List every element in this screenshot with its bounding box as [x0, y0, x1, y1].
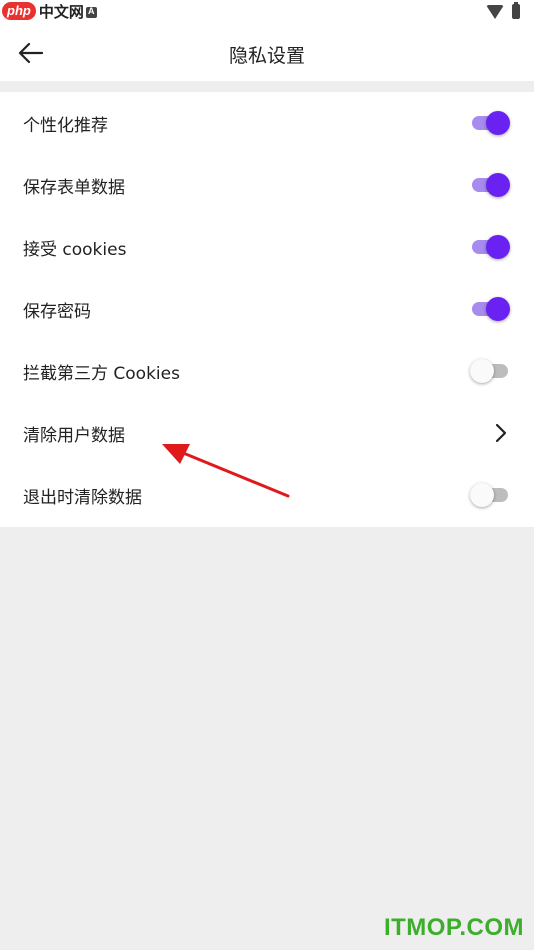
setting-label: 退出时清除数据 — [23, 487, 142, 508]
block-third-party-cookies-toggle[interactable] — [470, 359, 508, 383]
toggle-thumb — [470, 483, 494, 507]
arrow-left-icon — [18, 42, 44, 64]
chevron-right-icon[interactable] — [490, 422, 512, 444]
setting-save-form-data[interactable]: 保存表单数据 — [0, 154, 534, 216]
setting-label: 保存表单数据 — [23, 177, 125, 198]
personalized-recommendation-toggle[interactable] — [472, 111, 510, 135]
accept-cookies-toggle[interactable] — [472, 235, 510, 259]
save-form-data-toggle[interactable] — [472, 173, 510, 197]
setting-accept-cookies[interactable]: 接受 cookies — [0, 216, 534, 278]
app-bar: 隐私设置 — [0, 26, 534, 81]
toggle-thumb — [470, 359, 494, 383]
battery-icon — [512, 2, 520, 19]
annotation-arrow — [162, 444, 290, 498]
setting-save-passwords[interactable]: 保存密码 — [0, 278, 534, 340]
save-passwords-toggle[interactable] — [472, 297, 510, 321]
status-icons — [486, 2, 520, 19]
setting-label: 拦截第三方 Cookies — [23, 363, 180, 384]
setting-label: 接受 cookies — [23, 239, 127, 260]
toggle-thumb — [486, 235, 510, 259]
php-logo: php — [2, 2, 36, 20]
clear-data-on-exit-toggle[interactable] — [470, 483, 508, 507]
itmop-watermark: ITMOP.COM — [383, 914, 524, 941]
back-button[interactable] — [14, 36, 48, 70]
toggle-thumb — [486, 297, 510, 321]
setting-label: 清除用户数据 — [23, 425, 125, 446]
status-bar: php 中文网 — [0, 0, 534, 26]
notification-a-icon — [86, 6, 97, 18]
setting-label: 保存密码 — [23, 301, 91, 322]
php-logo-text: 中文网 — [38, 2, 84, 21]
php-watermark-logo: php 中文网 — [2, 1, 84, 21]
toggle-thumb — [486, 111, 510, 135]
setting-label: 个性化推荐 — [23, 115, 108, 136]
wifi-icon — [486, 4, 504, 19]
toggle-thumb — [486, 173, 510, 197]
setting-personalized-recommendation[interactable]: 个性化推荐 — [0, 92, 534, 154]
setting-block-third-party-cookies[interactable]: 拦截第三方 Cookies — [0, 340, 534, 402]
page-title: 隐私设置 — [228, 45, 305, 67]
